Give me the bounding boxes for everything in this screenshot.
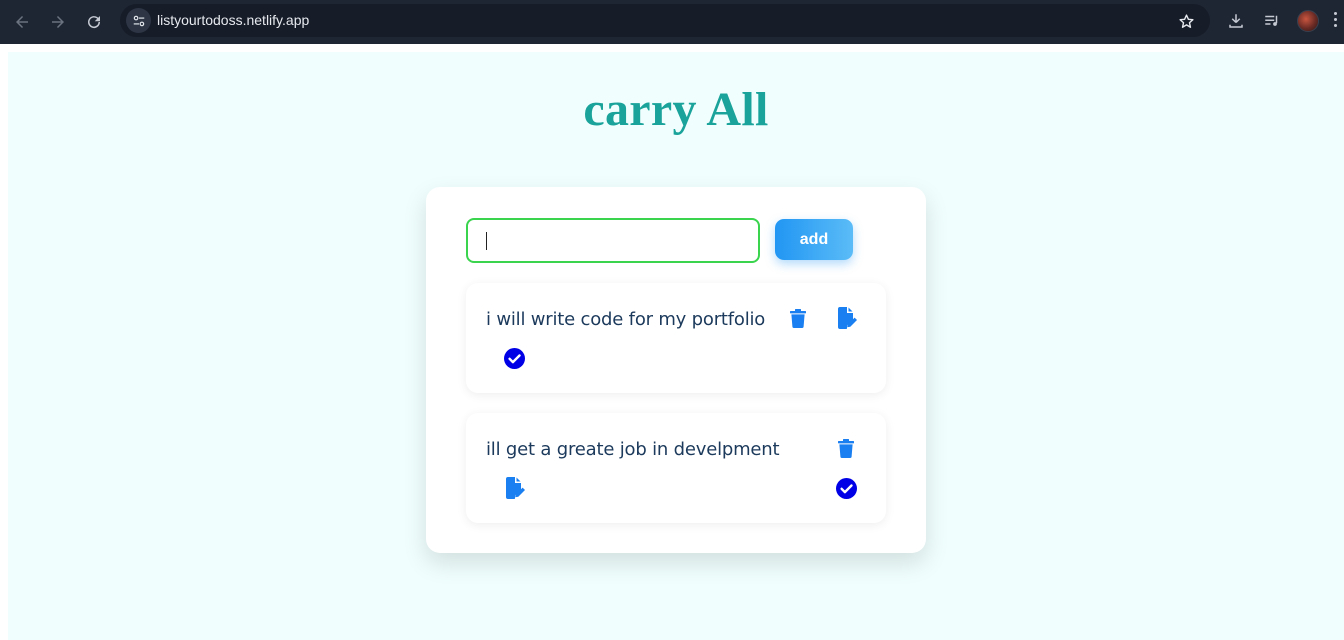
tune-icon[interactable] <box>126 8 151 33</box>
task-input[interactable] <box>466 218 760 263</box>
forward-arrow-icon[interactable] <box>46 10 70 34</box>
todo-item: ill get a greate job in develpment <box>466 413 886 523</box>
more-options-icon[interactable] <box>1334 12 1340 30</box>
queue-music-icon[interactable] <box>1261 10 1283 32</box>
back-arrow-icon[interactable] <box>10 10 34 34</box>
todo-card: add i will write code for my portfolio i… <box>426 187 926 553</box>
trash-icon[interactable] <box>787 307 809 329</box>
profile-avatar[interactable] <box>1297 10 1319 32</box>
page-title: carry All <box>583 83 769 136</box>
todo-item: i will write code for my portfolio <box>466 283 886 393</box>
text-caret <box>486 232 487 250</box>
file-pen-icon[interactable] <box>836 307 858 329</box>
download-icon[interactable] <box>1225 10 1247 32</box>
reload-icon[interactable] <box>82 10 106 34</box>
browser-toolbar: listyourtodoss.netlify.app <box>0 0 1344 44</box>
trash-icon[interactable] <box>835 437 857 459</box>
page-content: carry All add i will write code for my p… <box>8 52 1344 640</box>
todo-text: i will write code for my portfolio <box>486 309 766 330</box>
file-pen-icon[interactable] <box>504 477 526 499</box>
star-icon[interactable] <box>1176 11 1196 31</box>
address-bar[interactable]: listyourtodoss.netlify.app <box>120 4 1210 37</box>
todo-text: ill get a greate job in develpment <box>486 439 780 460</box>
url-text: listyourtodoss.netlify.app <box>157 12 310 28</box>
check-circle-icon[interactable] <box>503 347 525 369</box>
add-button[interactable]: add <box>775 219 853 260</box>
check-circle-icon[interactable] <box>835 477 857 499</box>
